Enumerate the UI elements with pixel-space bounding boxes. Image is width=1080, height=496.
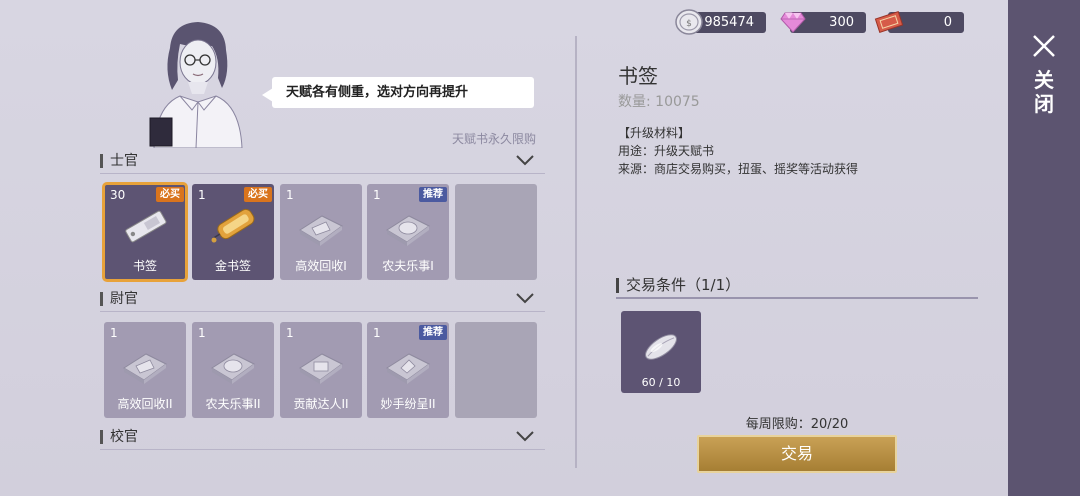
section-title: 校官 — [110, 429, 138, 445]
detail-source: 来源：商店交易购买，扭蛋、摇奖等活动获得 — [618, 162, 859, 176]
item-card-contribution-expert-2[interactable]: 1 贡献达人II — [280, 322, 362, 418]
item-name: 高效回收II — [117, 397, 173, 411]
item-card-gold-bookmark[interactable]: 1 必买 金书签 — [192, 184, 274, 280]
shop-screen: 985474 $ 300 0 关闭 天赋各有侧重，选对方向再提升 天赋书永久限购… — [0, 0, 1080, 496]
item-count: 1 — [286, 188, 294, 202]
item-card-bookmark[interactable]: 30 必买 书签 — [102, 182, 188, 282]
recommended-badge: 推荐 — [419, 187, 447, 202]
ticket-icon — [874, 11, 904, 33]
character-portrait — [149, 22, 243, 148]
section-bar — [100, 292, 103, 306]
weekly-limit: 每周限购：20/20 — [745, 417, 849, 432]
section-header-weiguan[interactable]: 尉官 — [100, 288, 545, 312]
item-card-deft-hands-2[interactable]: 1 推荐 妙手纷呈II — [367, 322, 449, 418]
section-title: 士官 — [110, 153, 138, 169]
material-card[interactable]: 60 / 10 — [621, 311, 701, 393]
silver-feather-icon — [645, 334, 677, 360]
must-buy-badge: 必买 — [244, 187, 272, 202]
item-name: 金书签 — [214, 259, 251, 273]
ticket-amount: 0 — [943, 15, 952, 30]
chevron-down-icon[interactable] — [515, 154, 535, 166]
item-name: 农夫乐事I — [382, 259, 434, 273]
material-amount: 60 / 10 — [641, 376, 681, 389]
bookmark-icon — [125, 210, 167, 243]
item-count: 1 — [373, 326, 381, 340]
trade-conditions-title: 交易条件（1/1） — [626, 276, 741, 294]
item-name: 贡献达人II — [293, 397, 349, 411]
talent-book-icon — [123, 353, 167, 384]
section-bar — [100, 154, 103, 168]
recommended-badge: 推荐 — [419, 325, 447, 340]
item-count: 1 — [110, 326, 118, 340]
section-title: 尉官 — [110, 291, 138, 307]
svg-text:$: $ — [686, 19, 692, 29]
panel-divider — [575, 36, 577, 468]
item-name: 妙手纷呈II — [380, 397, 436, 411]
talent-book-icon — [386, 215, 430, 246]
close-label[interactable]: 关闭 — [1032, 68, 1056, 116]
talent-book-icon — [386, 353, 430, 384]
item-count: 1 — [286, 326, 294, 340]
trade-conditions-header: 交易条件（1/1） — [616, 274, 978, 299]
silver-coin-icon: $ — [675, 9, 703, 35]
speech-bubble: 天赋各有侧重，选对方向再提升 — [272, 77, 534, 108]
item-name: 书签 — [132, 259, 157, 273]
empty-slot — [455, 184, 537, 280]
section-header-shiguan[interactable]: 士官 — [100, 150, 545, 174]
gem-amount: 300 — [829, 15, 854, 30]
talent-book-icon — [299, 215, 343, 246]
silver-amount: 985474 — [704, 15, 754, 30]
chevron-down-icon[interactable] — [515, 292, 535, 304]
item-name: 高效回收I — [295, 259, 347, 273]
item-count: 1 — [373, 188, 381, 202]
detail-quantity: 数量: 10075 — [618, 94, 700, 110]
talent-book-icon — [299, 353, 343, 384]
item-card-efficient-recycle-2[interactable]: 1 高效回收II — [104, 322, 186, 418]
detail-title: 书签 — [618, 64, 658, 88]
empty-slot — [455, 322, 537, 418]
chevron-down-icon[interactable] — [515, 430, 535, 442]
must-buy-badge: 必买 — [156, 187, 184, 202]
item-card-efficient-recycle-1[interactable]: 1 高效回收I — [280, 184, 362, 280]
detail-category: 【升级材料】 — [618, 126, 691, 140]
item-card-farmer-joy-2[interactable]: 1 农夫乐事II — [192, 322, 274, 418]
permanent-limit-note: 天赋书永久限购 — [452, 132, 537, 146]
gem-icon — [780, 12, 806, 33]
talent-book-icon — [211, 353, 255, 384]
detail-usage: 用途：升级天赋书 — [618, 144, 715, 158]
item-count: 1 — [198, 326, 206, 340]
trade-button[interactable]: 交易 — [697, 435, 897, 473]
item-count: 1 — [198, 188, 206, 202]
section-header-xiaoguan[interactable]: 校官 — [100, 426, 545, 450]
item-name: 农夫乐事II — [205, 397, 261, 411]
section-bar — [100, 430, 103, 444]
item-count: 30 — [110, 188, 126, 202]
section-bar — [616, 278, 619, 293]
item-card-farmer-joy-1[interactable]: 1 推荐 农夫乐事I — [367, 184, 449, 280]
close-icon[interactable] — [1030, 32, 1058, 60]
gold-bookmark-icon — [211, 208, 255, 243]
